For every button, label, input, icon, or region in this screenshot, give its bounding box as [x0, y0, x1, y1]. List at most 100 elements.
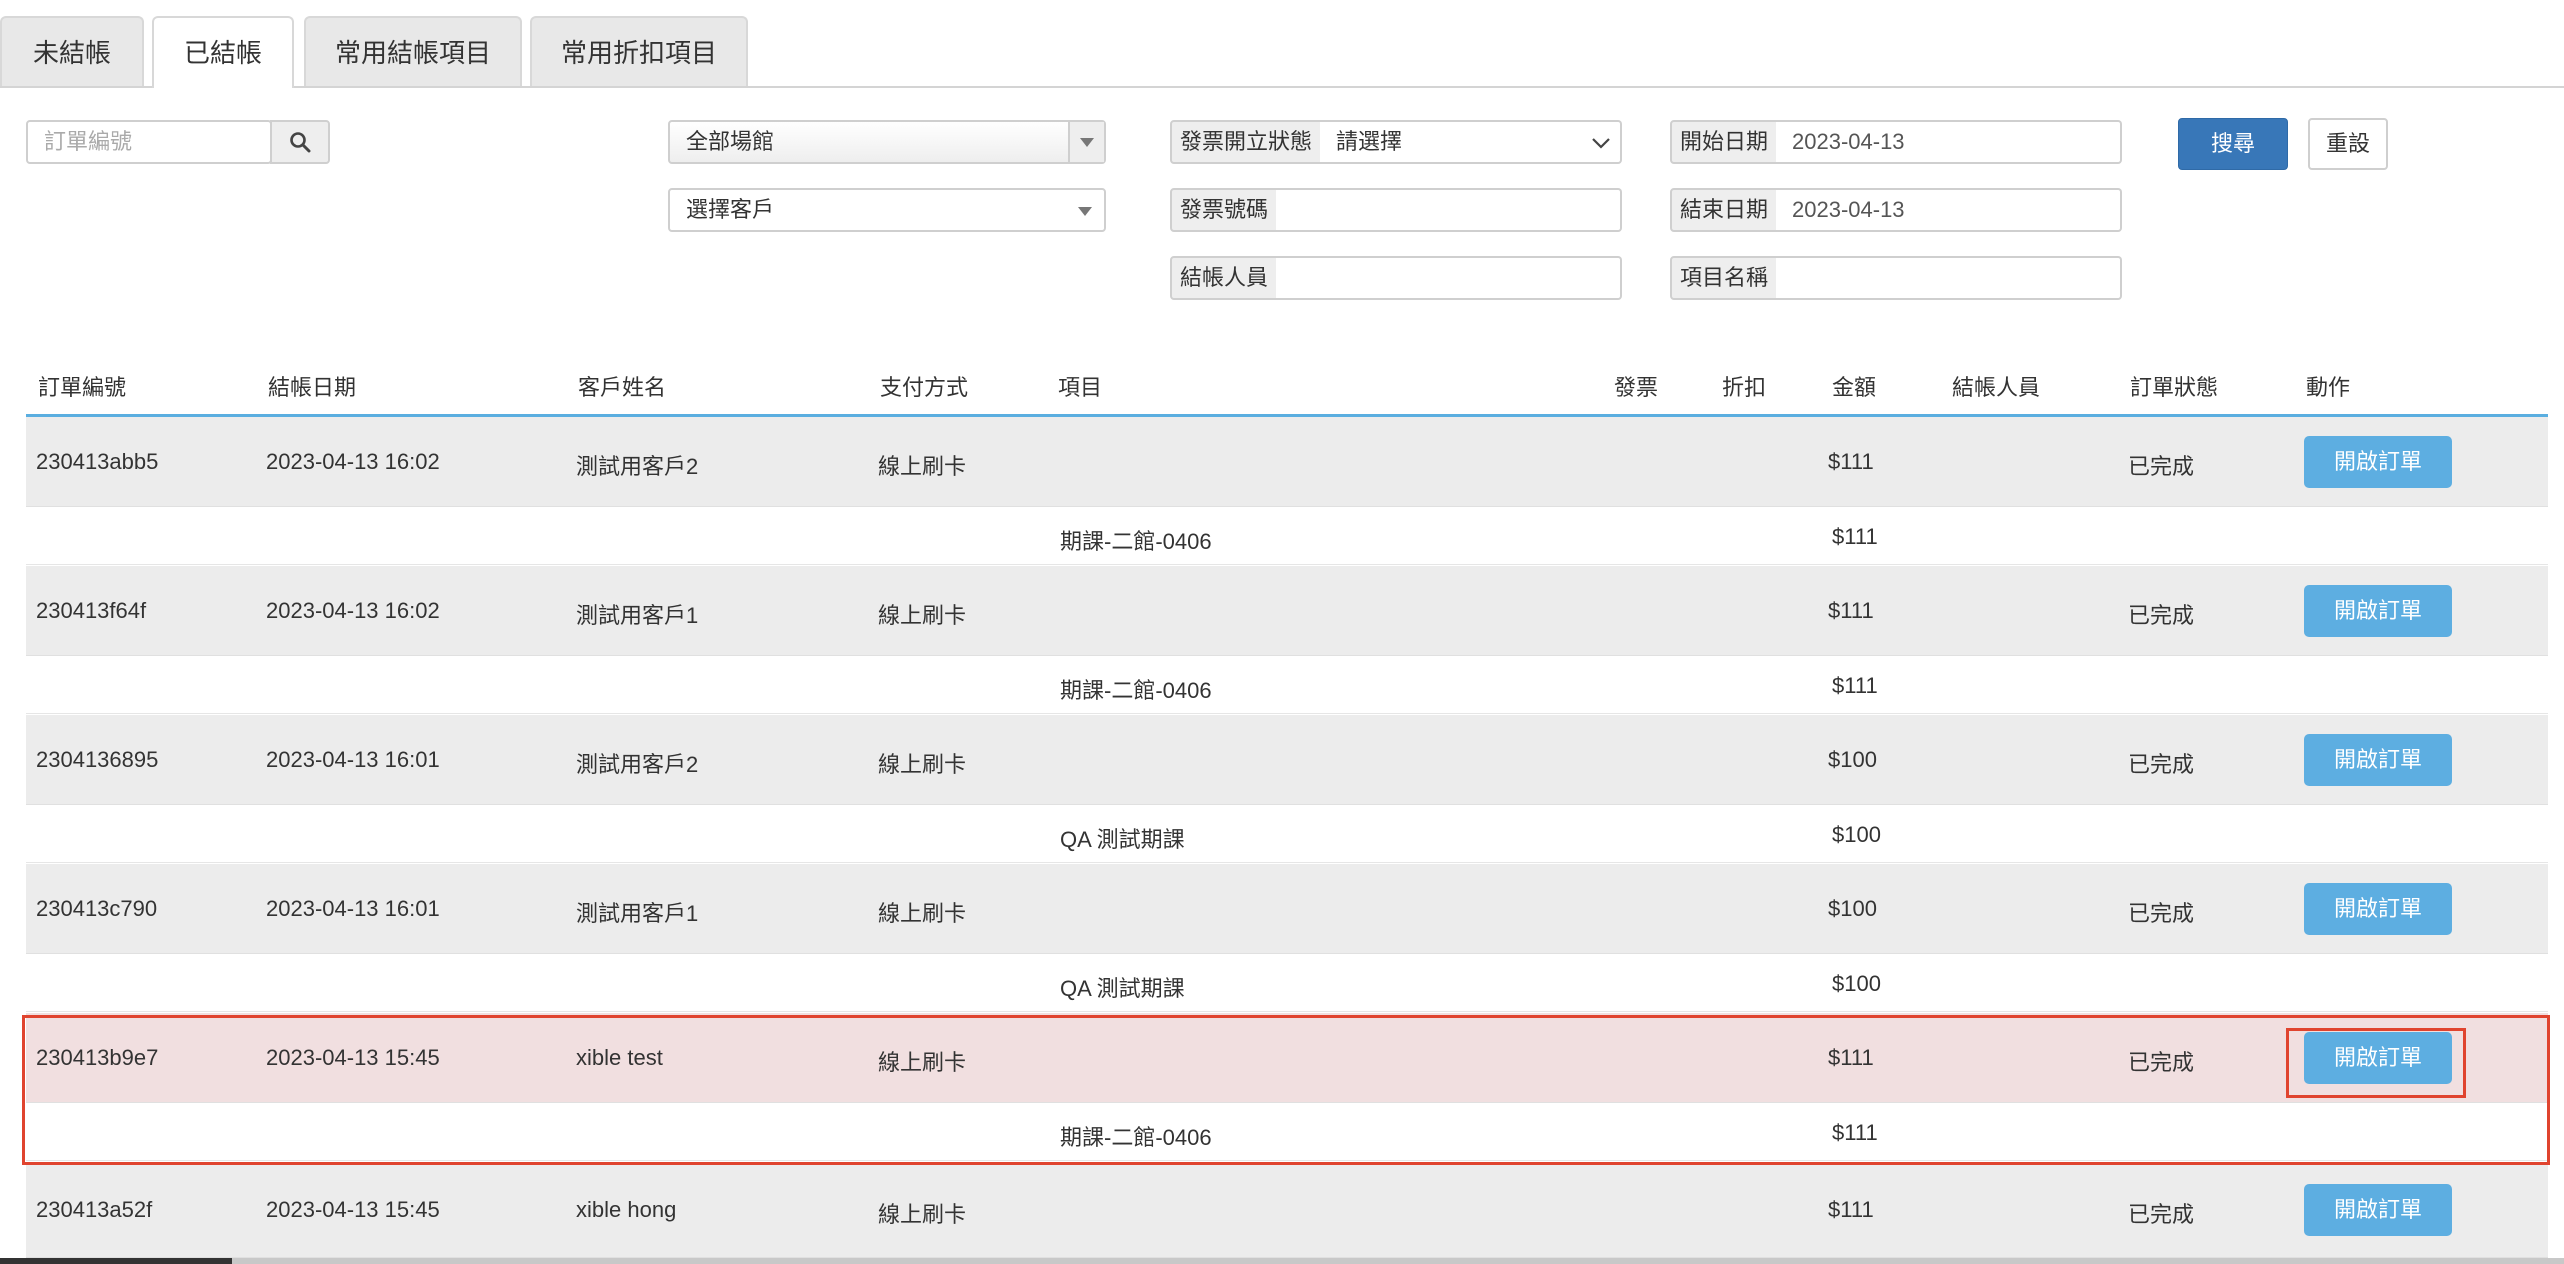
- venue-dropdown-toggle[interactable]: [1068, 122, 1104, 162]
- open-order-button[interactable]: 開啟訂單: [2304, 1032, 2452, 1084]
- search-button[interactable]: 搜尋: [2178, 118, 2288, 170]
- table-row: 230413abb5 2023-04-13 16:02 測試用客戶2 線上刷卡 …: [26, 417, 2548, 507]
- open-order-button[interactable]: 開啟訂單: [2304, 734, 2452, 786]
- open-order-button[interactable]: 開啟訂單: [2304, 585, 2452, 637]
- open-order-button[interactable]: 開啟訂單: [2304, 883, 2452, 935]
- table-row-item: QA 測試期課 $100: [26, 954, 2548, 1012]
- order-id: 230413a52f: [36, 1197, 153, 1222]
- amount: $111: [1828, 1045, 1874, 1070]
- table-row-highlighted: 230413b9e7 2023-04-13 15:45 xible test 線…: [26, 1013, 2548, 1103]
- item-name: 期課-二館-0406: [1060, 529, 1212, 554]
- order-id: 230413abb5: [36, 449, 159, 474]
- search-icon-button[interactable]: [270, 120, 330, 164]
- amount: $111: [1828, 598, 1874, 623]
- chevron-down-icon: [1080, 138, 1094, 147]
- item-name: 期課-二館-0406: [1060, 1125, 1212, 1150]
- customer-name: xible hong: [576, 1197, 677, 1222]
- table-row: 230413c790 2023-04-13 16:01 測試用客戶1 線上刷卡 …: [26, 864, 2548, 954]
- customer-name: 測試用客戶2: [576, 454, 699, 479]
- checkout-date: 2023-04-13 16:02: [266, 598, 440, 623]
- checkout-date: 2023-04-13 16:01: [266, 747, 440, 772]
- open-order-button[interactable]: 開啟訂單: [2304, 436, 2452, 488]
- item-name: QA 測試期課: [1060, 976, 1185, 1001]
- item-amount: $111: [1832, 524, 1878, 549]
- end-date-label: 結束日期: [1670, 188, 1778, 232]
- table-row-item: QA 測試期課 $100: [26, 805, 2548, 863]
- item-name: QA 測試期課: [1060, 827, 1185, 852]
- scrollbar-thumb[interactable]: [0, 1258, 232, 1264]
- header-amount: 金額: [1832, 375, 1877, 400]
- checkout-date: 2023-04-13 15:45: [266, 1045, 440, 1070]
- tab-bar: 未結帳 已結帳 常用結帳項目 常用折扣項目: [0, 0, 2564, 88]
- table-row-item: 期課-二館-0406 $111: [26, 507, 2548, 565]
- search-icon: [290, 132, 311, 153]
- table-row-item: 期課-二館-0406 $111: [26, 1103, 2548, 1161]
- invoice-number-label: 發票號碼: [1170, 188, 1278, 232]
- tab-common-discount-items[interactable]: 常用折扣項目: [530, 16, 748, 86]
- item-amount: $100: [1832, 971, 1881, 996]
- customer-name: xible test: [576, 1045, 663, 1070]
- customer-select-value: 選擇客戶: [686, 197, 775, 222]
- customer-name: 測試用客戶1: [576, 901, 699, 926]
- order-id: 230413f64f: [36, 598, 147, 623]
- horizontal-scrollbar[interactable]: [0, 1258, 2564, 1264]
- cashier-input[interactable]: [1276, 256, 1622, 300]
- order-status: 已完成: [2128, 752, 2195, 777]
- table-row: 230413f64f 2023-04-13 16:02 測試用客戶1 線上刷卡 …: [26, 566, 2548, 656]
- payment-method: 線上刷卡: [878, 1202, 967, 1227]
- order-status: 已完成: [2128, 603, 2195, 628]
- customer-name: 測試用客戶1: [576, 603, 699, 628]
- amount: $111: [1828, 1197, 1874, 1222]
- order-status: 已完成: [2128, 1050, 2195, 1075]
- item-amount: $111: [1832, 1120, 1878, 1145]
- invoice-number-input[interactable]: [1276, 188, 1622, 232]
- start-date-label: 開始日期: [1670, 120, 1778, 164]
- header-action: 動作: [2306, 375, 2351, 400]
- payment-method: 線上刷卡: [878, 454, 967, 479]
- start-date-input[interactable]: 2023-04-13: [1776, 120, 2122, 164]
- chevron-down-icon: [1592, 138, 1610, 149]
- checkout-date: 2023-04-13 15:45: [266, 1197, 440, 1222]
- reset-button[interactable]: 重設: [2308, 118, 2388, 170]
- order-status: 已完成: [2128, 454, 2195, 479]
- payment-method: 線上刷卡: [878, 752, 967, 777]
- amount: $100: [1828, 747, 1877, 772]
- customer-select[interactable]: 選擇客戶: [668, 188, 1106, 232]
- order-status: 已完成: [2128, 901, 2195, 926]
- item-name-label: 項目名稱: [1670, 256, 1778, 300]
- invoice-status-label: 發票開立狀態: [1170, 120, 1322, 164]
- table-row: 230413a52f 2023-04-13 15:45 xible hong 線…: [26, 1164, 2548, 1258]
- open-order-button[interactable]: 開啟訂單: [2304, 1184, 2452, 1236]
- end-date-input[interactable]: 2023-04-13: [1776, 188, 2122, 232]
- cashier-label: 結帳人員: [1170, 256, 1278, 300]
- table-row: 2304136895 2023-04-13 16:01 測試用客戶2 線上刷卡 …: [26, 715, 2548, 805]
- tab-unpaid[interactable]: 未結帳: [0, 16, 144, 86]
- header-payment-method: 支付方式: [880, 375, 969, 400]
- order-status: 已完成: [2128, 1202, 2195, 1227]
- invoice-status-value: 請選擇: [1336, 129, 1403, 154]
- header-order-status: 訂單狀態: [2130, 375, 2219, 400]
- header-cashier: 結帳人員: [1952, 375, 2041, 400]
- header-invoice: 發票: [1614, 375, 1659, 400]
- amount: $100: [1828, 896, 1877, 921]
- order-id: 230413c790: [36, 896, 158, 921]
- order-id: 2304136895: [36, 747, 159, 772]
- customer-name: 測試用客戶2: [576, 752, 699, 777]
- payment-method: 線上刷卡: [878, 901, 967, 926]
- item-name-input[interactable]: [1776, 256, 2122, 300]
- chevron-down-icon: [1078, 207, 1092, 216]
- item-amount: $100: [1832, 822, 1881, 847]
- venue-select[interactable]: 全部場館: [668, 120, 1106, 164]
- amount: $111: [1828, 449, 1874, 474]
- tab-common-checkout-items[interactable]: 常用結帳項目: [304, 16, 522, 86]
- header-order-number: 訂單編號: [38, 375, 127, 400]
- checkout-date: 2023-04-13 16:02: [266, 449, 440, 474]
- order-id: 230413b9e7: [36, 1045, 159, 1070]
- header-customer-name: 客戶姓名: [578, 375, 667, 400]
- header-discount: 折扣: [1722, 375, 1767, 400]
- item-amount: $111: [1832, 673, 1878, 698]
- invoice-status-select[interactable]: 請選擇: [1320, 120, 1622, 164]
- payment-method: 線上刷卡: [878, 603, 967, 628]
- order-number-input[interactable]: 訂單編號: [26, 120, 272, 164]
- tab-paid[interactable]: 已結帳: [152, 16, 294, 88]
